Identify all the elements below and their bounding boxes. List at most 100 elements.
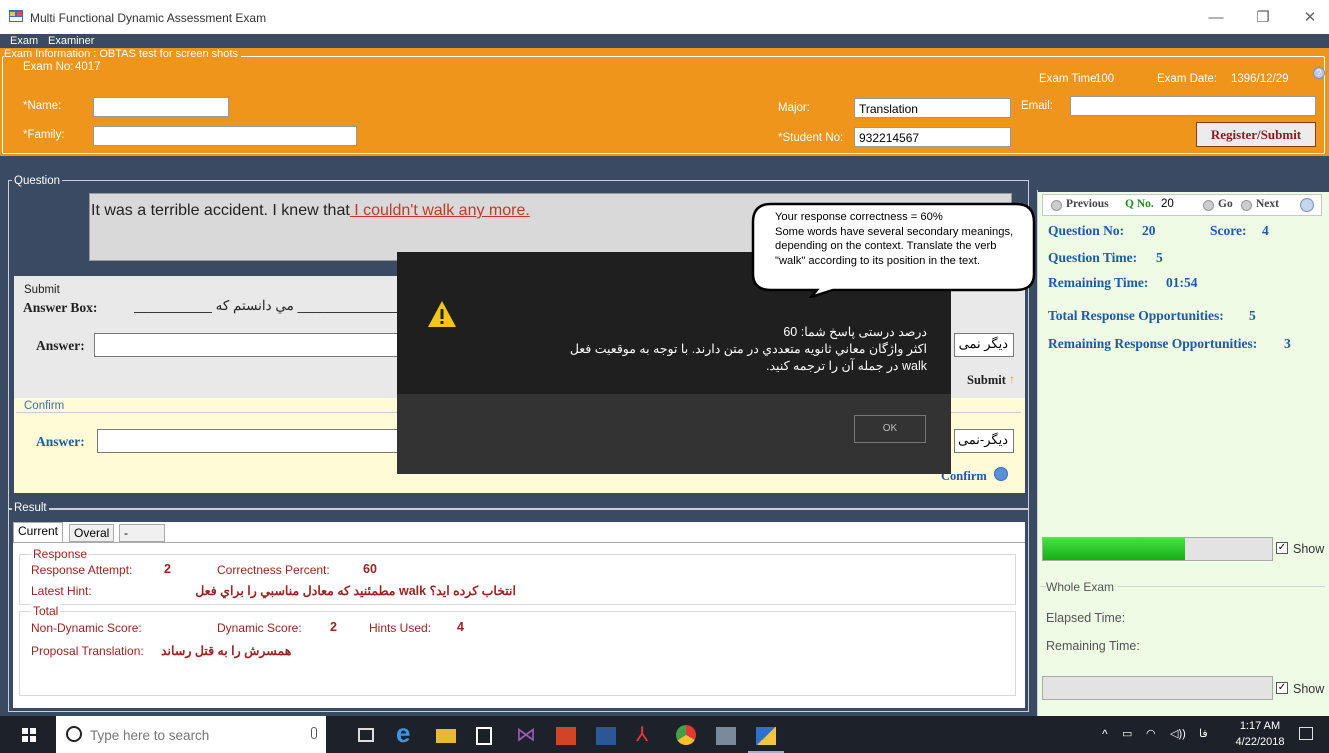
go-icon (1203, 200, 1214, 211)
student-no-input[interactable]: 932214567 (854, 127, 1011, 147)
exam-no-label: Exam No: (23, 61, 74, 73)
submit-answer-label: Answer: (36, 338, 85, 353)
score-label: Score: (1210, 223, 1247, 238)
title-bar: Multi Functional Dynamic Assessment Exam… (0, 0, 1329, 34)
hints-used-value: 4 (457, 620, 464, 634)
dialog-line-1: درصد درستی پاسخ شما: 60 (783, 325, 927, 339)
dialog-line-2: اكثر واژگان معاني ثانويه متعددي در متن د… (569, 342, 927, 356)
confirm-answer-value[interactable]: دیگر-نمی (954, 429, 1014, 453)
family-label: *Family: (23, 129, 65, 141)
show-label: Show (1293, 542, 1325, 556)
latest-hint-label: Latest Hint: (31, 584, 92, 598)
response-attempt-label: Response Attempt: (31, 563, 133, 577)
proposal-value: همسرش را به قتل رساند (161, 644, 292, 658)
whole-exam-legend: Whole Exam (1046, 580, 1118, 594)
clock-time[interactable]: 1:17 AM (1236, 720, 1284, 732)
q-no-input[interactable]: 20 (1161, 198, 1174, 210)
question-progress-fill (1043, 538, 1185, 560)
question-text: It was a terrible accident. I knew that … (91, 202, 530, 220)
bubble-line-1: Your response correctness = 60% (775, 211, 943, 223)
show-checkbox-2[interactable]: ✓ (1276, 682, 1288, 694)
volume-icon[interactable]: ◁)) (1170, 727, 1186, 740)
major-label: Major: (778, 102, 810, 114)
warning-icon (428, 301, 456, 327)
submit-button[interactable]: Submit (967, 373, 1006, 388)
windows-start-icon[interactable] (22, 728, 36, 742)
exam-app-taskbar-icon[interactable] (756, 727, 776, 745)
language-indicator[interactable]: فا (1199, 727, 1208, 740)
previous-button[interactable]: Previous (1066, 198, 1109, 210)
answer-box-text: ._______________ مي دانستم كه __________… (134, 298, 414, 313)
remaining-time-value: 01:54 (1166, 275, 1198, 290)
right-panel-header (1038, 180, 1329, 192)
file-explorer-icon[interactable] (436, 729, 456, 743)
question-time-value: 5 (1156, 250, 1163, 265)
next-button[interactable]: Next (1256, 198, 1279, 210)
name-label: *Name: (23, 100, 62, 112)
minimize-button[interactable]: — (1196, 6, 1236, 30)
tab-current[interactable]: Current (13, 522, 64, 542)
exam-time-value: 100 (1095, 73, 1115, 85)
submit-answer-value[interactable]: دیگر نمی (954, 333, 1014, 357)
register-submit-button[interactable]: Register/Submit (1196, 122, 1316, 147)
microphone-icon[interactable] (311, 727, 317, 739)
taskbar-search-placeholder: Type here to search (90, 728, 210, 743)
chrome-icon[interactable] (676, 725, 696, 745)
menu-examiner[interactable]: Examiner (48, 34, 94, 48)
show-label-2: Show (1293, 682, 1325, 696)
exam-remaining-time-label: Remaining Time: (1046, 639, 1140, 653)
dialog-ok-button[interactable]: OK (854, 415, 926, 443)
word-icon[interactable] (596, 727, 616, 745)
email-input[interactable] (1070, 96, 1316, 116)
speech-bubble-text: Your response correctness = 60% Some wor… (775, 210, 1027, 268)
edge-icon[interactable]: e (396, 718, 416, 748)
answer-box-label: Answer Box: (23, 300, 98, 315)
show-checkbox[interactable]: ✓ (1276, 542, 1288, 554)
question-text-plain: It was a terrible accident. I knew that (91, 202, 350, 219)
nav-help-icon[interactable] (1300, 198, 1314, 212)
clock-date[interactable]: 4/22/2018 (1231, 736, 1289, 748)
email-label: Email: (1021, 100, 1053, 112)
exam-progress-bar (1042, 676, 1273, 700)
name-input[interactable] (93, 97, 229, 117)
dialog-footer: OK (397, 394, 951, 474)
question-text-underlined: I couldn't walk any more. (349, 202, 530, 219)
tab-overal[interactable]: Overal (69, 524, 115, 542)
latest-hint-value: انتخاب كرده ايد؟ walk مطمئنيد كه معادل م… (195, 584, 516, 598)
maximize-button[interactable]: ❐ (1243, 6, 1283, 30)
powerpoint-icon[interactable] (556, 727, 576, 745)
task-view-icon[interactable] (358, 728, 374, 742)
submit-answer-input[interactable] (94, 333, 399, 357)
major-input[interactable]: Translation (854, 98, 1011, 118)
next-icon (1241, 200, 1252, 211)
bubble-line-2: Some words have several secondary meanin… (775, 225, 1014, 267)
acrobat-icon[interactable]: ⅄ (636, 722, 656, 746)
correctness-value: 60 (363, 562, 377, 576)
go-button[interactable]: Go (1218, 198, 1233, 210)
q-no-label: Q No. (1125, 198, 1154, 210)
visual-studio-icon[interactable]: ⋈ (516, 722, 536, 746)
dialog-line-3: walk در جمله آن را ترجمه كنيد. (766, 359, 927, 373)
confirm-answer-input[interactable] (97, 429, 399, 453)
notifications-icon[interactable] (1299, 727, 1313, 740)
question-no-label: Question No: (1048, 223, 1125, 238)
result-legend: Result (12, 502, 49, 514)
wifi-icon[interactable]: ◠ (1146, 727, 1156, 740)
score-value: 4 (1262, 223, 1269, 238)
remaining-opportunities-label: Remaining Response Opportunities: (1048, 336, 1258, 351)
non-dynamic-label: Non-Dynamic Score: (31, 621, 142, 635)
family-input[interactable] (93, 126, 357, 146)
remaining-time-label: Remaining Time: (1048, 275, 1149, 290)
battery-icon[interactable]: ▭ (1122, 727, 1132, 740)
menu-exam[interactable]: Exam (10, 34, 38, 48)
hints-used-label: Hints Used: (369, 621, 432, 635)
help-icon[interactable]: ? (1313, 67, 1325, 79)
store-icon[interactable] (476, 727, 492, 745)
settings-tool-icon[interactable] (716, 727, 736, 745)
response-legend: Response (31, 547, 90, 561)
navigation-bar: Previous Q No. 20 Go Next (1042, 194, 1322, 216)
remaining-opportunities-value: 3 (1284, 336, 1291, 351)
close-button[interactable]: ✕ (1290, 6, 1329, 30)
tab-dash[interactable]: - (119, 524, 165, 542)
tray-chevron-icon[interactable]: ^ (1102, 727, 1108, 741)
